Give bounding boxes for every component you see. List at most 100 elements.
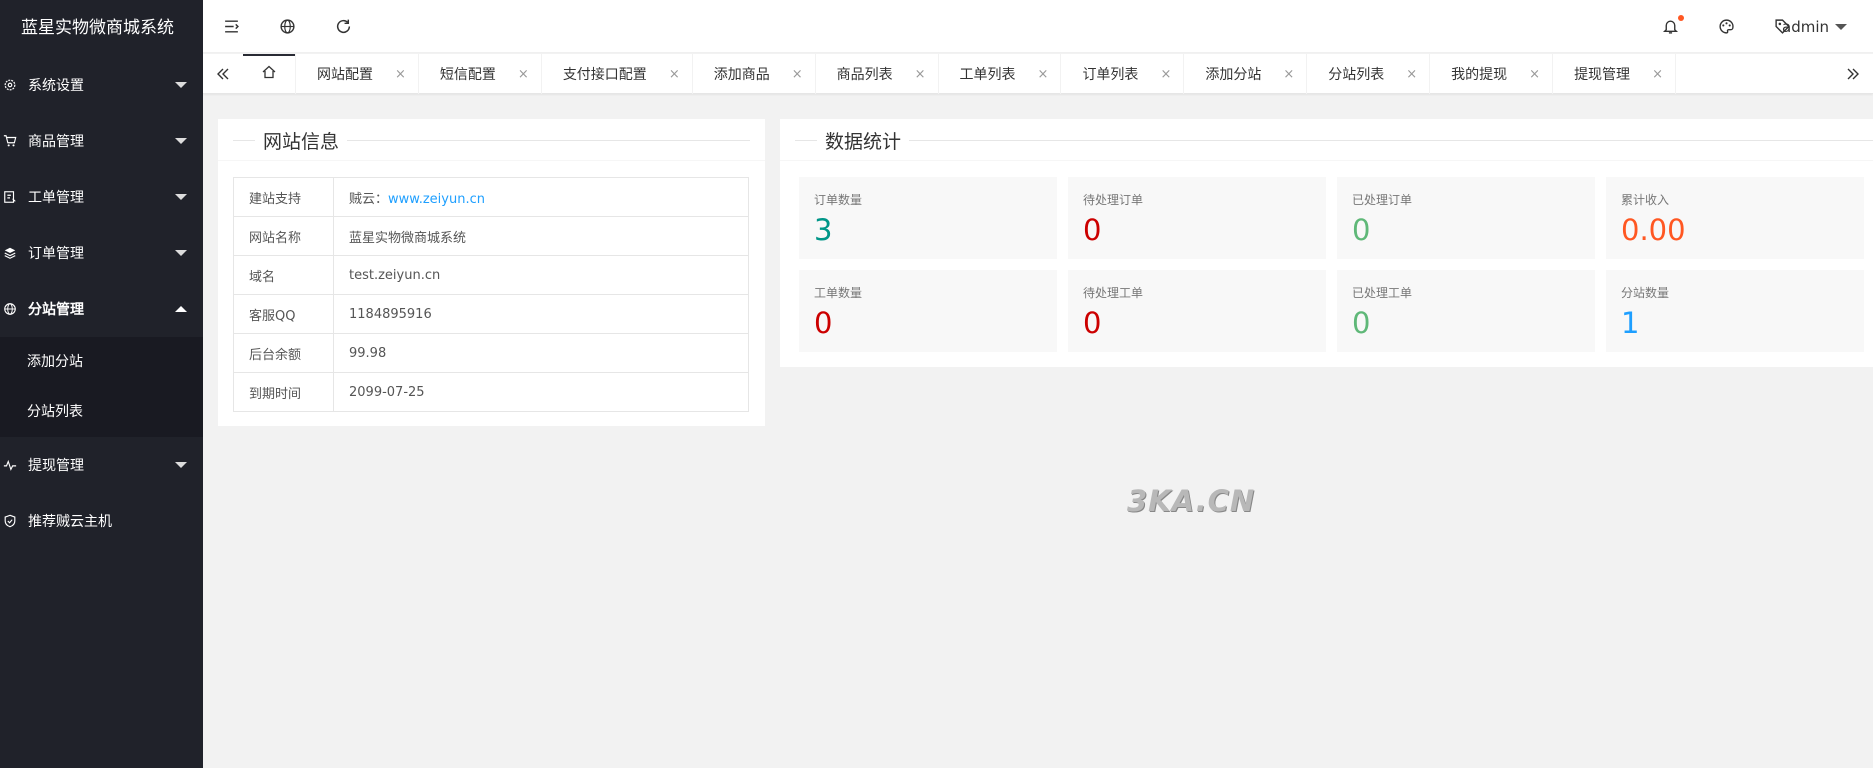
- close-icon[interactable]: ×: [1529, 67, 1540, 82]
- layers-icon: [2, 245, 18, 261]
- tab-add-substation[interactable]: 添加分站 ×: [1184, 54, 1308, 94]
- tab-add-product[interactable]: 添加商品 ×: [693, 54, 816, 94]
- table-row: 客服QQ 1184895916: [233, 294, 749, 334]
- sidebar: 蓝星实物微商城系统 系统设置 商品管理 工单管理 订单管理 分站管理 添加分站 …: [0, 0, 203, 768]
- row-value: 蓝星实物微商城系统: [333, 216, 749, 256]
- tab-ticket-list[interactable]: 工单列表 ×: [939, 54, 1062, 94]
- top-header: admin: [203, 0, 1873, 53]
- close-icon[interactable]: ×: [1406, 67, 1417, 82]
- row-value: 2099-07-25: [333, 372, 749, 412]
- scroll-left-icon[interactable]: [203, 54, 243, 94]
- tab-home[interactable]: [243, 54, 296, 94]
- ticket-icon: [2, 189, 18, 205]
- caret-down-icon: [1835, 23, 1847, 30]
- user-menu[interactable]: admin: [1782, 0, 1847, 53]
- tab-substation-list[interactable]: 分站列表 ×: [1307, 54, 1431, 94]
- stat-total-income: 累计收入 0.00: [1606, 177, 1864, 259]
- globe-icon: [2, 301, 18, 317]
- stat-label: 待处理工单: [1083, 286, 1144, 300]
- close-icon[interactable]: ×: [1160, 67, 1171, 82]
- sidebar-item-recommend-host[interactable]: 推荐贼云主机: [0, 493, 203, 549]
- tab-payment-config[interactable]: 支付接口配置 ×: [542, 54, 693, 94]
- tab-my-withdrawals[interactable]: 我的提现 ×: [1430, 54, 1554, 94]
- theme-palette-icon[interactable]: [1698, 0, 1754, 53]
- tab-order-list[interactable]: 订单列表 ×: [1061, 54, 1185, 94]
- stat-value: 1: [1621, 306, 1640, 340]
- sidebar-item-withdraw-management[interactable]: 提现管理: [0, 437, 203, 493]
- username: admin: [1782, 17, 1829, 36]
- sidebar-item-label: 推荐贼云主机: [28, 514, 112, 530]
- tab-site-config[interactable]: 网站配置 ×: [296, 54, 419, 94]
- sidebar-item-order-management[interactable]: 订单管理: [0, 225, 203, 281]
- menu-toggle-icon[interactable]: [203, 0, 259, 53]
- close-icon[interactable]: ×: [1283, 67, 1294, 82]
- close-icon[interactable]: ×: [1652, 67, 1663, 82]
- tab-label: 支付接口配置: [562, 67, 647, 83]
- app-logo-title[interactable]: 蓝星实物微商城系统: [0, 0, 203, 57]
- gear-icon: [2, 77, 18, 93]
- tab-product-list[interactable]: 商品列表 ×: [816, 54, 939, 94]
- sidebar-item-system-settings[interactable]: 系统设置: [0, 57, 203, 113]
- site-info-card: 网站信息 建站支持 贼云：www.zeiyun.cn 网站名称 蓝星实物微商城系…: [218, 119, 765, 426]
- tab-withdraw-management[interactable]: 提现管理 ×: [1553, 54, 1676, 94]
- sidebar-item-label: 提现管理: [28, 458, 84, 474]
- zeiyun-link[interactable]: www.zeiyun.cn: [388, 192, 485, 207]
- row-value: 贼云：www.zeiyun.cn: [333, 177, 749, 217]
- sidebar-item-label: 订单管理: [28, 246, 84, 262]
- tab-label: 网站配置: [317, 67, 373, 83]
- close-icon[interactable]: ×: [518, 67, 529, 82]
- stat-value: 0: [1083, 306, 1102, 340]
- pulse-icon: [2, 457, 18, 473]
- stat-label: 已处理工单: [1352, 286, 1413, 300]
- stat-value: 0.00: [1621, 213, 1686, 247]
- tab-label: 订单列表: [1082, 67, 1139, 83]
- stat-value: 3: [814, 213, 833, 247]
- row-prefix: 贼云：: [349, 191, 389, 207]
- stat-label: 订单数量: [814, 193, 863, 207]
- caret-up-icon: [175, 306, 187, 312]
- home-icon: [261, 64, 277, 84]
- scroll-right-icon[interactable]: [1833, 54, 1873, 94]
- tab-label: 提现管理: [1574, 67, 1631, 83]
- sidebar-subitem-add-substation[interactable]: 添加分站: [0, 337, 203, 387]
- card-header: 网站信息: [218, 119, 765, 161]
- tab-label: 短信配置: [439, 67, 496, 83]
- tab-label: 分站列表: [1328, 67, 1385, 83]
- close-icon[interactable]: ×: [1038, 67, 1049, 82]
- tab-bar: 网站配置 × 短信配置 × 支付接口配置 × 添加商品 × 商品列表 × 工单列表 × 订单…: [203, 54, 1873, 94]
- table-row: 网站名称 蓝星实物微商城系统: [233, 216, 749, 256]
- sidebar-item-product-management[interactable]: 商品管理: [0, 113, 203, 169]
- table-row: 后台余额 99.98: [233, 333, 749, 373]
- close-icon[interactable]: ×: [792, 67, 803, 82]
- stat-substation-count: 分站数量 1: [1606, 270, 1864, 352]
- table-row: 建站支持 贼云：www.zeiyun.cn: [233, 177, 749, 217]
- sidebar-subitem-substation-list[interactable]: 分站列表: [0, 387, 203, 437]
- close-icon[interactable]: ×: [915, 67, 926, 82]
- stat-processed-orders: 已处理订单 0: [1337, 177, 1595, 259]
- row-key: 后台余额: [233, 333, 334, 373]
- sidebar-item-ticket-management[interactable]: 工单管理: [0, 169, 203, 225]
- tab-list: 网站配置 × 短信配置 × 支付接口配置 × 添加商品 × 商品列表 × 工单列表 × 订单…: [243, 54, 1676, 94]
- caret-down-icon: [175, 138, 187, 144]
- row-key: 建站支持: [233, 177, 334, 217]
- title-line: [795, 140, 1873, 141]
- cart-icon: [2, 133, 18, 149]
- site-info-table: 建站支持 贼云：www.zeiyun.cn 网站名称 蓝星实物微商城系统 域名 …: [233, 177, 749, 412]
- close-icon[interactable]: ×: [395, 67, 406, 82]
- row-value: 1184895916: [333, 294, 749, 334]
- caret-down-icon: [175, 462, 187, 468]
- row-key: 客服QQ: [233, 294, 334, 334]
- substation-submenu: 添加分站 分站列表: [0, 337, 203, 437]
- notification-bell-icon[interactable]: [1642, 0, 1698, 53]
- tab-sms-config[interactable]: 短信配置 ×: [419, 54, 542, 94]
- close-icon[interactable]: ×: [669, 67, 680, 82]
- stat-label: 工单数量: [814, 286, 863, 300]
- sidebar-item-substation-management[interactable]: 分站管理: [0, 281, 203, 337]
- website-globe-icon[interactable]: [259, 0, 315, 53]
- stat-ticket-count: 工单数量 0: [799, 270, 1057, 352]
- table-row: 到期时间 2099-07-25: [233, 372, 749, 412]
- stat-pending-orders: 待处理订单 0: [1068, 177, 1326, 259]
- stat-label: 分站数量: [1621, 286, 1670, 300]
- refresh-icon[interactable]: [315, 0, 371, 53]
- stat-order-count: 订单数量 3: [799, 177, 1057, 259]
